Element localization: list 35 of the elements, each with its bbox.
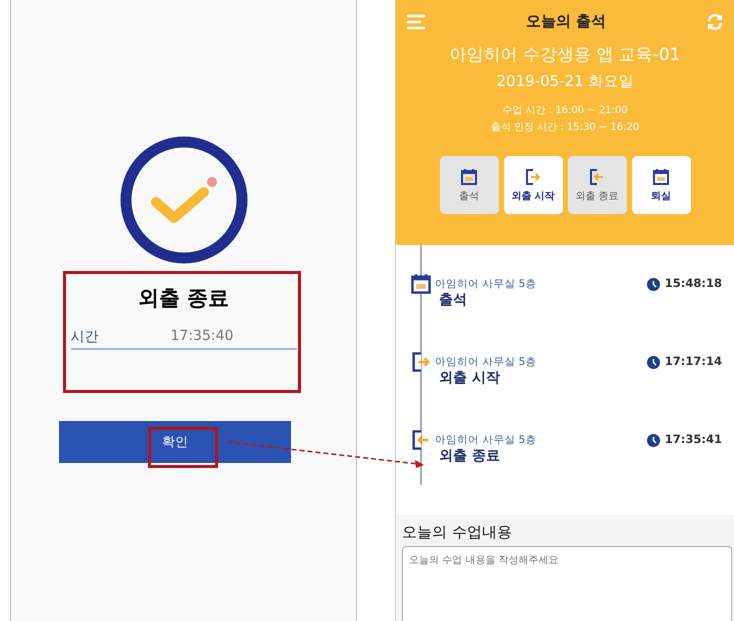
annotation-frame <box>148 427 218 468</box>
location-text: 아임히어 사무실 5층 <box>435 277 538 291</box>
course-name: 아임히어 수강생용 앱 교육-01 <box>450 44 680 66</box>
confirm-button[interactable]: 확인 <box>59 421 291 463</box>
time-value: 17:35:40 <box>170 328 234 346</box>
event-time: 17:35:41 <box>664 432 722 446</box>
calendar-icon <box>460 168 478 186</box>
calendar-icon <box>410 273 432 295</box>
location-text: 아임히어 사무실 5층 <box>435 433 538 447</box>
event-time: 17:17:14 <box>664 354 722 368</box>
clock-icon <box>646 356 660 369</box>
calendar-icon <box>652 168 670 186</box>
notes-field[interactable]: 오늘의 수업 내용을 작성해주세요 <box>402 546 732 621</box>
menu-icon[interactable] <box>406 14 426 30</box>
clock-icon <box>646 434 660 447</box>
dialog-title: 외출 종료 <box>138 285 230 312</box>
exit-arrow-icon <box>524 168 542 186</box>
section-heading: 오늘의 수업내용 <box>402 523 513 542</box>
event-name: 출석 <box>439 291 468 309</box>
date-text: 2019-05-21 화요일 <box>496 72 634 91</box>
exit-arrow-icon <box>410 351 432 373</box>
check-circle-icon <box>118 134 250 266</box>
class-time-text: 수업 시간 : 16:00 ~ 21:00 <box>502 104 628 117</box>
event-name: 외출 종료 <box>439 447 501 465</box>
return-arrow-icon <box>588 168 606 186</box>
action-button[interactable]: 퇴실 <box>632 156 690 214</box>
event-name: 외출 시작 <box>439 369 501 387</box>
app-title: 오늘의 출석 <box>526 12 606 31</box>
attendance-time-text: 출석 인정 시간 : 15:30 ~ 16:20 <box>490 121 640 134</box>
event-time: 15:48:18 <box>664 276 722 290</box>
time-label: 시간 <box>70 328 100 346</box>
refresh-icon[interactable] <box>706 12 724 30</box>
location-text: 아임히어 사무실 5층 <box>435 355 538 369</box>
clock-icon <box>646 278 660 291</box>
action-button[interactable]: 외출 시작 <box>504 156 562 214</box>
